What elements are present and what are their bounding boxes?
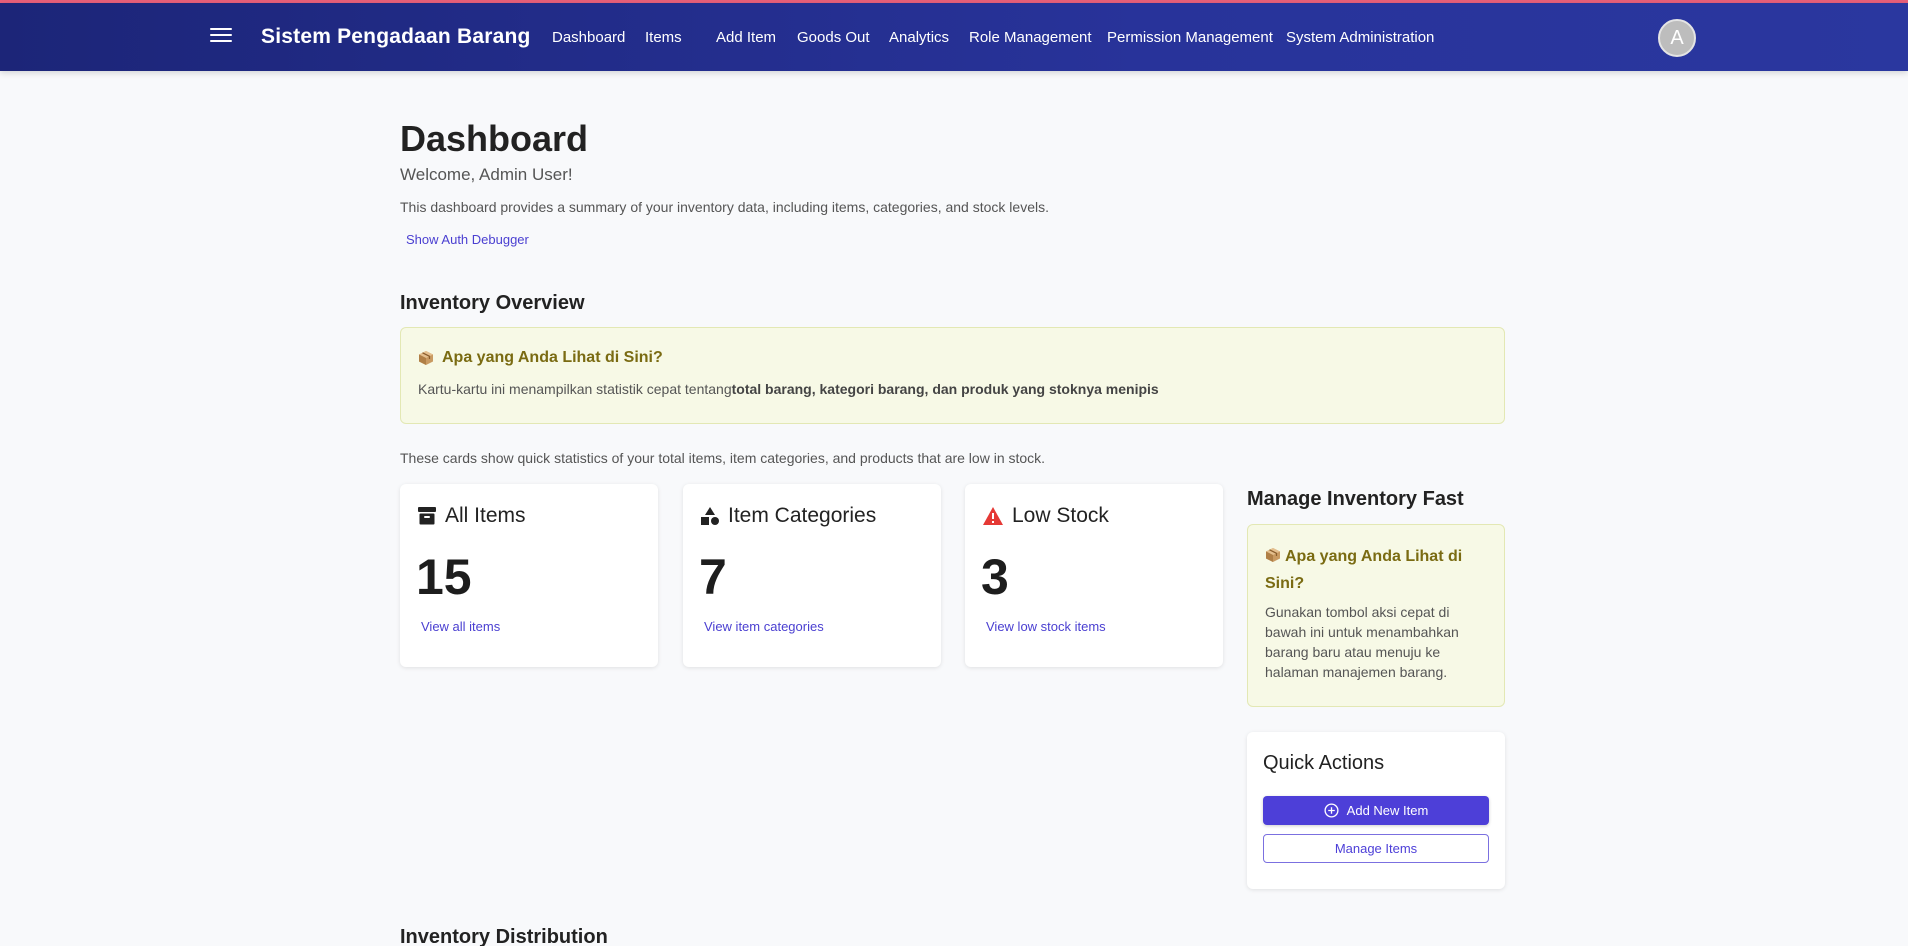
- stat-label: Item Categories: [728, 504, 877, 527]
- add-new-item-label: Add New Item: [1346, 803, 1429, 818]
- manage-inventory-title: Manage Inventory Fast: [1247, 488, 1464, 510]
- stat-label: Low Stock: [1012, 504, 1109, 527]
- warning-icon: [983, 507, 1003, 525]
- top-navbar: Sistem Pengadaan Barang Dashboard Items …: [0, 3, 1908, 71]
- nav-dashboard[interactable]: Dashboard: [552, 29, 625, 46]
- overview-info-bold-text: total barang, kategori barang, dan produ…: [731, 381, 1159, 397]
- quick-actions-title: Quick Actions: [1263, 752, 1385, 774]
- view-item-categories-link[interactable]: View item categories: [704, 619, 824, 634]
- view-all-items-link[interactable]: View all items: [421, 619, 500, 634]
- view-low-stock-link[interactable]: View low stock items: [986, 619, 1106, 634]
- manage-info-heading: Apa yang Anda Lihat di Sini?: [1265, 548, 1463, 592]
- user-avatar[interactable]: A: [1658, 19, 1696, 57]
- show-auth-debugger-link[interactable]: Show Auth Debugger: [406, 232, 529, 247]
- hamburger-menu-icon[interactable]: [210, 28, 232, 44]
- manage-info-body: Gunakan tombol aksi cepat di bawah ini u…: [1265, 604, 1459, 680]
- stat-label: All Items: [445, 504, 526, 527]
- nav-role-management[interactable]: Role Management: [969, 29, 1092, 46]
- archive-box-icon: [418, 507, 436, 525]
- overview-info-heading: Apa yang Anda Lihat di Sini?: [442, 349, 663, 366]
- nav-permission-management[interactable]: Permission Management: [1107, 29, 1273, 46]
- nav-system-administration[interactable]: System Administration: [1286, 29, 1434, 46]
- manage-info-box: Apa yang Anda Lihat di Sini? Gunakan tom…: [1247, 524, 1505, 707]
- quick-actions-card: Quick Actions Add New Item Manage Items: [1247, 732, 1505, 889]
- page-title: Dashboard: [400, 118, 589, 159]
- nav-add-item[interactable]: Add Item: [716, 29, 776, 46]
- stat-card-low-stock: Low Stock 3 View low stock items: [965, 484, 1223, 667]
- overview-info-box: Apa yang Anda Lihat di Sini? Kartu-kartu…: [400, 327, 1505, 424]
- nav-items[interactable]: Items: [645, 29, 682, 46]
- overview-info-text: Kartu-kartu ini menampilkan statistik ce…: [418, 381, 732, 397]
- manage-items-button[interactable]: Manage Items: [1263, 834, 1489, 863]
- nav-analytics[interactable]: Analytics: [889, 29, 949, 46]
- overview-info-body: Kartu-kartu ini menampilkan statistik ce…: [418, 381, 1159, 397]
- app-title: Sistem Pengadaan Barang: [261, 25, 531, 48]
- page-description: This dashboard provides a summary of you…: [400, 199, 1049, 215]
- inventory-overview-title: Inventory Overview: [400, 292, 585, 314]
- welcome-text: Welcome, Admin User!: [400, 165, 573, 184]
- stat-value: 15: [416, 549, 472, 605]
- nav-goods-out[interactable]: Goods Out: [797, 29, 870, 46]
- plus-circle-icon: [1324, 803, 1339, 818]
- stat-card-item-categories: Item Categories 7 View item categories: [683, 484, 941, 667]
- stat-card-all-items: All Items 15 View all items: [400, 484, 658, 667]
- inventory-distribution-title: Inventory Distribution: [400, 926, 608, 946]
- add-new-item-button[interactable]: Add New Item: [1263, 796, 1489, 825]
- overview-caption: These cards show quick statistics of you…: [400, 450, 1046, 466]
- stat-value: 7: [699, 549, 727, 605]
- stat-value: 3: [981, 549, 1009, 605]
- package-icon: [1266, 548, 1280, 562]
- shapes-icon: [701, 507, 719, 525]
- package-icon: [419, 351, 433, 365]
